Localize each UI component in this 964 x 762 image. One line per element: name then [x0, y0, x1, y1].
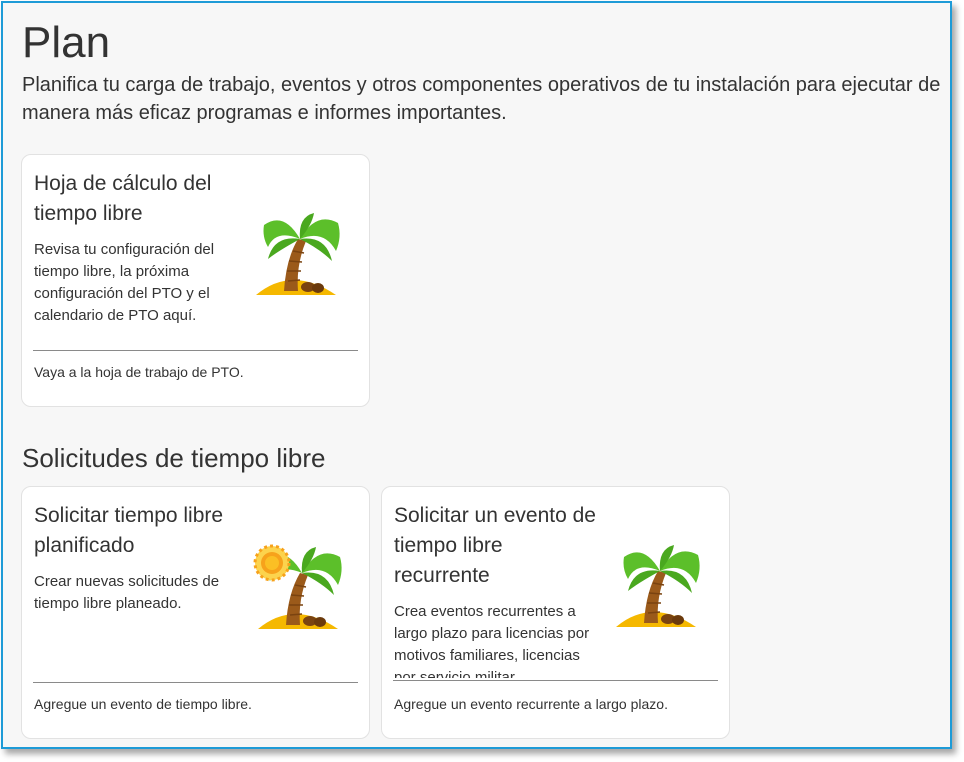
request-planned-time-off-card[interactable]: Solicitar tiempo libre planificado Crear… [21, 486, 370, 739]
card-divider [33, 350, 358, 351]
palm-tree-sun-icon [253, 544, 342, 629]
card-description: Crear nuevas solicitudes de tiempo libre… [34, 573, 220, 612]
sun-icon [253, 544, 291, 582]
card-title: Hoja de cálculo del tiempo libre [34, 172, 212, 225]
palm-tree-icon [256, 213, 340, 295]
card-title: Solicitar tiempo libre planificado [34, 504, 224, 557]
section-title: Solicitudes de tiempo libre [22, 443, 326, 473]
plan-page: Plan Planifica tu carga de trabajo, even… [1, 1, 952, 749]
card-description: Revisa tu configuración del tiempo libre… [34, 241, 215, 324]
card-divider [33, 682, 358, 683]
card-description: Crea eventos recurrentes a largo plazo p… [394, 603, 590, 678]
request-recurring-time-off-card[interactable]: Solicitar un evento de tiempo libre recu… [381, 486, 730, 739]
page-description: Planifica tu carga de trabajo, eventos y… [22, 74, 941, 124]
card-divider [393, 680, 718, 681]
card-link[interactable]: Vaya a la hoja de trabajo de PTO. [34, 362, 354, 382]
pto-worksheet-card[interactable]: Hoja de cálculo del tiempo libre Revisa … [21, 154, 370, 407]
card-link[interactable]: Agregue un evento de tiempo libre. [34, 694, 354, 714]
page-title: Plan [22, 18, 111, 67]
card-link[interactable]: Agregue un evento recurrente a largo pla… [394, 694, 714, 714]
card-title: Solicitar un evento de tiempo libre recu… [394, 504, 596, 587]
palm-tree-icon [616, 545, 700, 627]
